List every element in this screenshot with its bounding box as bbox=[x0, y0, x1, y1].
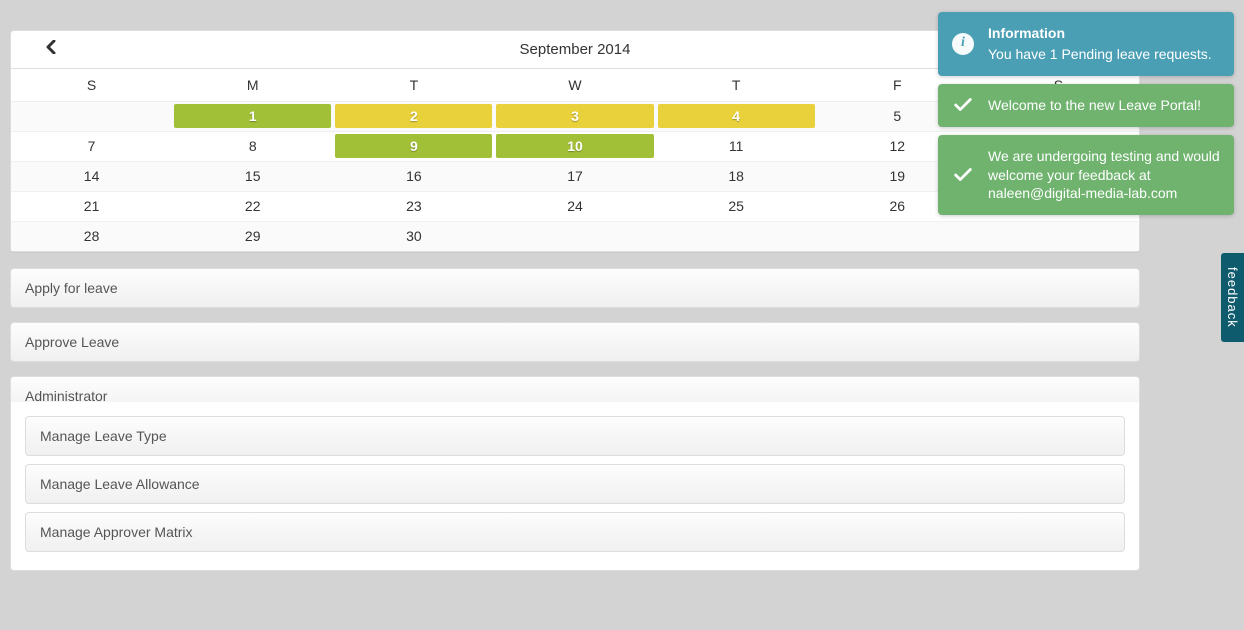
apply-leave-header[interactable]: Apply for leave bbox=[10, 268, 1140, 308]
calendar-day[interactable] bbox=[817, 221, 978, 251]
calendar-day[interactable] bbox=[11, 101, 172, 131]
calendar-day[interactable]: 10 bbox=[494, 131, 655, 161]
calendar-day[interactable]: 14 bbox=[11, 161, 172, 191]
calendar-day[interactable]: 22 bbox=[172, 191, 333, 221]
calendar-day[interactable]: 4 bbox=[656, 101, 817, 131]
administrator-body: Manage Leave Type Manage Leave Allowance… bbox=[10, 402, 1140, 571]
calendar-day[interactable] bbox=[494, 221, 655, 251]
dow-header: W bbox=[494, 69, 655, 101]
check-icon bbox=[952, 94, 974, 116]
calendar-prev-button[interactable] bbox=[11, 40, 91, 59]
dow-header: T bbox=[656, 69, 817, 101]
dow-header: M bbox=[172, 69, 333, 101]
manage-leave-type-header[interactable]: Manage Leave Type bbox=[25, 416, 1125, 456]
calendar-day[interactable] bbox=[656, 221, 817, 251]
calendar-day[interactable]: 15 bbox=[172, 161, 333, 191]
toast-info[interactable]: Information You have 1 Pending leave req… bbox=[938, 12, 1234, 76]
calendar-day[interactable]: 24 bbox=[494, 191, 655, 221]
calendar-day[interactable]: 1 bbox=[172, 101, 333, 131]
calendar-day[interactable]: 21 bbox=[11, 191, 172, 221]
manage-leave-allowance-header[interactable]: Manage Leave Allowance bbox=[25, 464, 1125, 504]
approve-leave-header[interactable]: Approve Leave bbox=[10, 322, 1140, 362]
calendar-day[interactable] bbox=[978, 221, 1139, 251]
dow-header: S bbox=[11, 69, 172, 101]
calendar-day[interactable]: 30 bbox=[333, 221, 494, 251]
info-icon bbox=[952, 33, 974, 55]
calendar-day[interactable]: 28 bbox=[11, 221, 172, 251]
calendar-day[interactable]: 3 bbox=[494, 101, 655, 131]
calendar-day[interactable]: 23 bbox=[333, 191, 494, 221]
feedback-tab[interactable]: feedback bbox=[1221, 253, 1244, 342]
dow-header: T bbox=[333, 69, 494, 101]
manage-approver-matrix-header[interactable]: Manage Approver Matrix bbox=[25, 512, 1125, 552]
toast-welcome[interactable]: Welcome to the new Leave Portal! bbox=[938, 84, 1234, 127]
check-icon bbox=[952, 164, 974, 186]
calendar-day[interactable]: 8 bbox=[172, 131, 333, 161]
calendar-day[interactable]: 9 bbox=[333, 131, 494, 161]
calendar-day[interactable]: 2 bbox=[333, 101, 494, 131]
toast-title: Information bbox=[988, 24, 1222, 43]
calendar-day[interactable]: 18 bbox=[656, 161, 817, 191]
toast-stack: Information You have 1 Pending leave req… bbox=[938, 12, 1234, 223]
calendar-day[interactable]: 17 bbox=[494, 161, 655, 191]
calendar-title: September 2014 bbox=[91, 41, 1059, 58]
toast-body: You have 1 Pending leave requests. bbox=[988, 45, 1222, 64]
calendar-day[interactable]: 29 bbox=[172, 221, 333, 251]
calendar-day[interactable]: 25 bbox=[656, 191, 817, 221]
calendar-day[interactable]: 7 bbox=[11, 131, 172, 161]
calendar-day[interactable]: 11 bbox=[656, 131, 817, 161]
toast-body: Welcome to the new Leave Portal! bbox=[988, 96, 1222, 115]
toast-testing[interactable]: We are undergoing testing and would welc… bbox=[938, 135, 1234, 216]
toast-body: We are undergoing testing and would welc… bbox=[988, 147, 1222, 204]
calendar-day[interactable]: 16 bbox=[333, 161, 494, 191]
